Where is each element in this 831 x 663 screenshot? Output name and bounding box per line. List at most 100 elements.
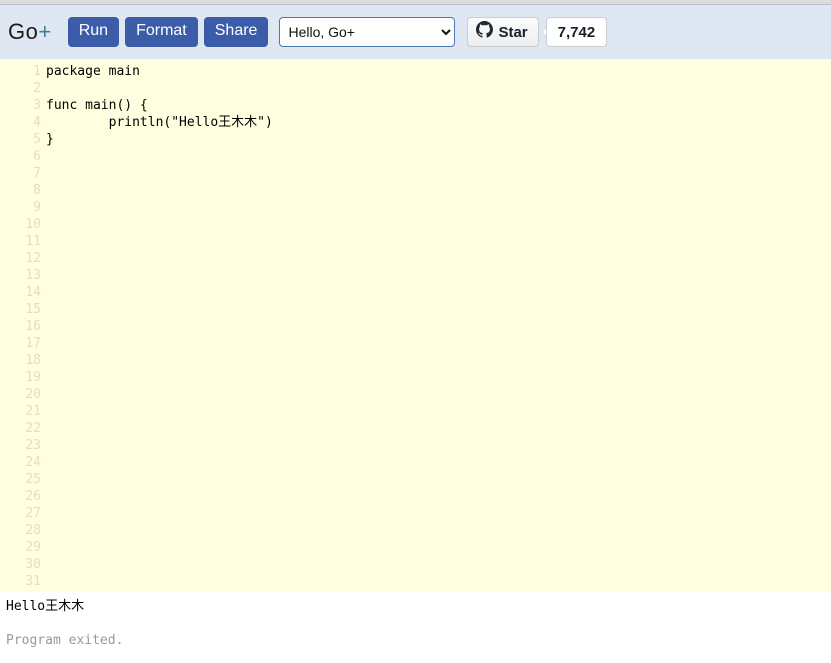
- line-number: 1: [33, 64, 41, 79]
- line-number: 15: [25, 302, 41, 317]
- line-number: 10: [25, 217, 41, 232]
- code-line: 28: [0, 522, 831, 539]
- code-line: 1 package main: [0, 63, 831, 80]
- line-number: 6: [33, 149, 41, 164]
- code-line-text: func main() {: [46, 98, 148, 113]
- code-line-text: }: [46, 132, 54, 147]
- line-number: 7: [33, 166, 41, 181]
- code-line: 5}: [0, 131, 831, 148]
- line-number: 13: [25, 268, 41, 283]
- output-status-text: Program exited.: [6, 633, 124, 648]
- code-line: 6: [0, 148, 831, 165]
- star-count-wrapper: 7,742: [545, 17, 608, 47]
- star-button-label: Star: [498, 23, 528, 41]
- line-number: 17: [25, 336, 41, 351]
- code-line: 14: [0, 284, 831, 301]
- code-line: 3 func main() {: [0, 97, 831, 114]
- code-line: 26: [0, 488, 831, 505]
- code-line: 4 println("Hello王木木"): [0, 114, 831, 131]
- format-button[interactable]: Format: [125, 17, 198, 47]
- code-line: 2: [0, 80, 831, 97]
- code-line: 17: [0, 335, 831, 352]
- code-lines-container: 1 package main 2 3 func main() {4 println("H…: [0, 63, 831, 590]
- output-result-text: Hello王木木: [6, 599, 85, 614]
- github-octocat-icon: [476, 21, 494, 43]
- logo-go-text: Go: [8, 19, 39, 44]
- code-line: 10: [0, 216, 831, 233]
- code-line: 8: [0, 182, 831, 199]
- star-count-badge[interactable]: 7,742: [545, 17, 608, 47]
- line-number: 16: [25, 319, 41, 334]
- line-number: 19: [25, 370, 41, 385]
- run-button[interactable]: Run: [67, 17, 120, 47]
- code-line: 19: [0, 369, 831, 386]
- code-editor[interactable]: 1 package main 2 3 func main() {4 println("H…: [0, 59, 831, 592]
- code-line-text: package main: [46, 64, 140, 79]
- line-number: 22: [25, 421, 41, 436]
- code-line: 21: [0, 403, 831, 420]
- github-star-group: Star 7,742: [467, 17, 608, 47]
- code-line: 29: [0, 539, 831, 556]
- line-number: 29: [25, 540, 41, 555]
- line-number: 21: [25, 404, 41, 419]
- line-number: 3: [33, 98, 41, 113]
- code-line: 24: [0, 454, 831, 471]
- line-number: 8: [33, 183, 41, 198]
- line-number: 9: [33, 200, 41, 215]
- line-number: 18: [25, 353, 41, 368]
- line-number: 4: [33, 115, 41, 130]
- code-line: 31: [0, 573, 831, 590]
- code-line-text: println("Hello王木木"): [46, 115, 273, 130]
- code-line: 22: [0, 420, 831, 437]
- code-line: 12: [0, 250, 831, 267]
- line-number: 20: [25, 387, 41, 402]
- code-line: 7: [0, 165, 831, 182]
- code-line: 30: [0, 556, 831, 573]
- code-line: 13: [0, 267, 831, 284]
- output-panel: Hello王木木 Program exited.: [0, 592, 831, 662]
- line-number: 28: [25, 523, 41, 538]
- code-line: 23: [0, 437, 831, 454]
- line-number: 14: [25, 285, 41, 300]
- example-select[interactable]: Hello, Go+: [279, 17, 456, 47]
- line-number: 12: [25, 251, 41, 266]
- line-number: 2: [33, 81, 41, 96]
- line-number: 11: [25, 234, 41, 249]
- code-line: 27: [0, 505, 831, 522]
- line-number: 23: [25, 438, 41, 453]
- code-line: 16: [0, 318, 831, 335]
- line-number: 26: [25, 489, 41, 504]
- toolbar: Go+ Run Format Share Hello, Go+ Star 7,7…: [0, 5, 831, 59]
- line-number: 25: [25, 472, 41, 487]
- goplus-logo: Go+: [8, 19, 52, 45]
- code-line: 20: [0, 386, 831, 403]
- share-button[interactable]: Share: [203, 17, 269, 47]
- code-line: 25: [0, 471, 831, 488]
- github-star-button[interactable]: Star: [467, 17, 539, 47]
